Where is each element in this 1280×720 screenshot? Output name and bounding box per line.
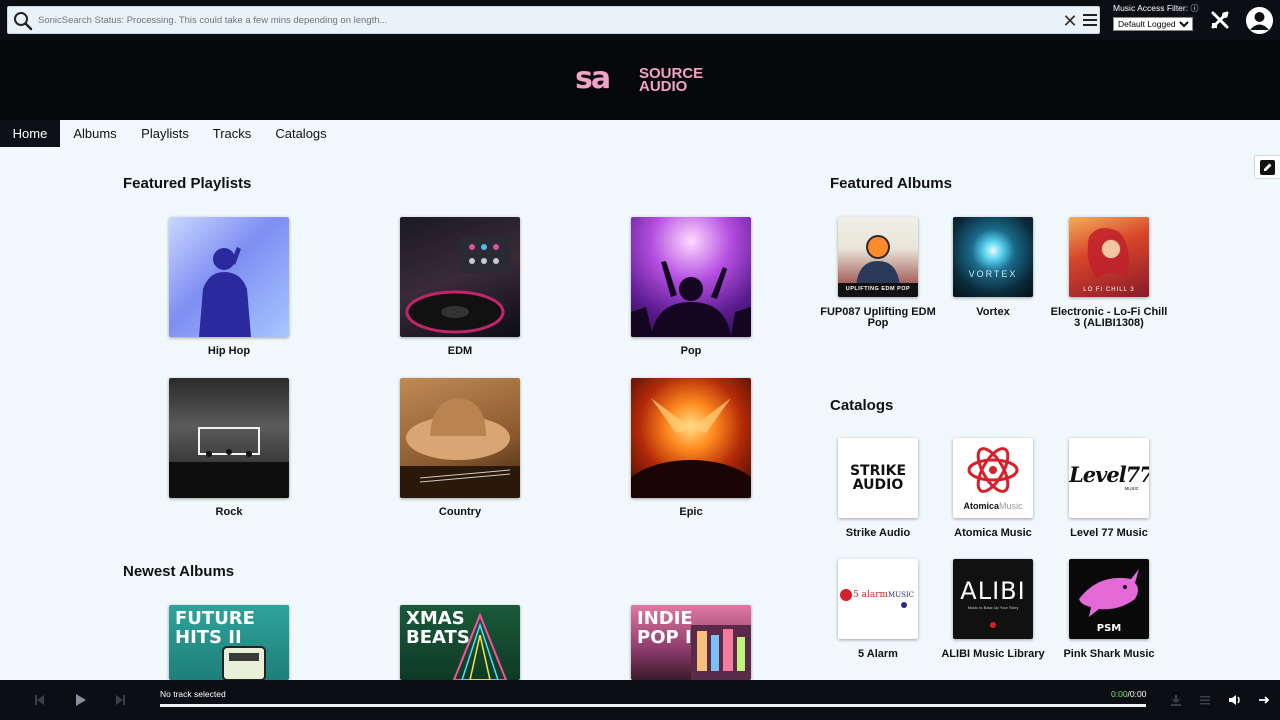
- filter-select[interactable]: Default Logged I: [1113, 17, 1193, 31]
- album-art: FUTURE HITS II: [169, 605, 289, 680]
- catalog-logo-strike-audio: STRIKE AUDIO: [838, 438, 918, 518]
- album-caption: Vortex: [976, 306, 1010, 318]
- album-art-text: INDIE POP II: [637, 608, 699, 648]
- catalog-logo-text: STRIKE AUDIO: [849, 463, 907, 493]
- album-caption: FUP087 Uplifting EDM Pop: [820, 306, 936, 329]
- clear-icon[interactable]: ✕: [1061, 11, 1079, 31]
- main-nav: Home Albums Playlists Tracks Catalogs: [0, 120, 1280, 147]
- album-art-text: LO FI CHILL 3: [1083, 287, 1135, 293]
- featured-playlists-title: Featured Playlists: [123, 175, 252, 192]
- catalog-logo-text: Level77: [1069, 462, 1149, 487]
- queue-icon[interactable]: [1197, 692, 1213, 708]
- filter-label: Music Access Filter: ⓘ: [1113, 3, 1199, 13]
- expand-icon[interactable]: [1256, 692, 1272, 708]
- playlist-caption: Pop: [680, 345, 702, 357]
- catalogs-title: Catalogs: [830, 397, 894, 414]
- album-caption: Electronic - Lo-Fi Chill 3 (ALIBI1308): [1050, 306, 1168, 329]
- album-art: XMAS BEATS: [400, 605, 520, 680]
- tools-icon[interactable]: [1210, 10, 1230, 30]
- album-art-vortex: VORTEX: [953, 217, 1033, 297]
- time-display: 0:00/0:00: [1111, 689, 1147, 699]
- source-audio-logo[interactable]: sa SOURCE AUDIO: [575, 64, 710, 98]
- logo-mark: sa: [575, 61, 611, 96]
- edit-button[interactable]: [1254, 155, 1280, 179]
- brand-header: sa SOURCE AUDIO: [0, 40, 1280, 120]
- tab-catalogs[interactable]: Catalogs: [268, 120, 334, 147]
- catalog-logo-sub: MUSIC: [1124, 486, 1140, 491]
- playlist-art-rock: [169, 378, 289, 498]
- catalog-logo-text: AtomicaMusic: [963, 501, 1023, 511]
- top-bar: ✕ Music Access Filter: ⓘ Default Logged …: [0, 0, 1280, 40]
- catalog-logo-pink-shark: PSM: [1069, 559, 1149, 639]
- tab-albums[interactable]: Albums: [66, 120, 124, 147]
- album-art-text: VORTEX: [968, 269, 1018, 279]
- catalog-caption: Level 77 Music: [1070, 527, 1148, 539]
- catalog-logo-atomica: AtomicaMusic: [953, 438, 1033, 518]
- catalog-caption: Atomica Music: [954, 527, 1032, 539]
- playlist-art-pop: [631, 217, 751, 337]
- catalog-logo-sub: Music to Back Up Your Story: [967, 605, 1019, 610]
- catalog-caption: Pink Shark Music: [1063, 648, 1155, 660]
- search-bar: ✕: [7, 6, 1100, 34]
- download-icon[interactable]: [1168, 692, 1184, 708]
- logo-word-2: AUDIO: [639, 78, 688, 95]
- playlist-art-epic: [631, 378, 751, 498]
- search-input[interactable]: [38, 10, 1058, 30]
- edit-icon: [1260, 160, 1275, 175]
- play-icon[interactable]: [72, 692, 88, 708]
- tab-home[interactable]: Home: [0, 120, 60, 147]
- catalog-logo-level77: Level77 MUSIC: [1069, 438, 1149, 518]
- catalog-caption: 5 Alarm: [858, 648, 898, 660]
- catalog-logo-text: ALIBI: [960, 577, 1026, 605]
- catalog-logo-text: PSM: [1096, 623, 1122, 634]
- audio-player: No track selected 0:00/0:00: [0, 680, 1280, 720]
- help-icon[interactable]: ⓘ: [1190, 4, 1198, 13]
- playlist-caption: Epic: [679, 506, 703, 518]
- album-art-lofi-chill: LO FI CHILL 3: [1069, 217, 1149, 297]
- album-art-text: FUTURE HITS II: [175, 608, 255, 648]
- playlist-art-hip-hop: [169, 217, 289, 337]
- catalog-caption: Strike Audio: [845, 527, 911, 539]
- playlist-caption: Hip Hop: [207, 345, 251, 357]
- volume-icon[interactable]: [1227, 692, 1243, 708]
- newest-albums-title: Newest Albums: [123, 563, 235, 580]
- playlist-art-country: [400, 378, 520, 498]
- tab-tracks[interactable]: Tracks: [206, 120, 258, 147]
- catalog-logo-alibi: ALIBI Music to Back Up Your Story: [953, 559, 1033, 639]
- playlist-caption: Country: [438, 506, 482, 518]
- featured-albums-title: Featured Albums: [830, 175, 952, 192]
- catalog-caption: ALIBI Music Library: [941, 648, 1045, 660]
- music-access-filter: Music Access Filter: ⓘ Default Logged I: [1113, 3, 1199, 33]
- album-art-text: UPLIFTING EDM POP: [845, 286, 911, 292]
- playlist-caption: EDM: [447, 345, 473, 357]
- playlist-caption: Rock: [215, 506, 243, 518]
- previous-icon[interactable]: [32, 692, 48, 708]
- menu-icon[interactable]: [1082, 12, 1098, 28]
- tab-playlists[interactable]: Playlists: [134, 120, 196, 147]
- album-art: INDIE POP II: [631, 605, 751, 680]
- search-icon[interactable]: [13, 11, 33, 31]
- album-art-fup087: UPLIFTING EDM POP: [838, 217, 918, 297]
- progress-bar[interactable]: [160, 704, 1146, 707]
- user-icon[interactable]: [1246, 7, 1273, 34]
- catalog-logo-5-alarm: 5 alarmMUSIC: [838, 559, 918, 639]
- now-playing-title: No track selected: [160, 689, 226, 699]
- catalog-logo-text: 5 alarmMUSIC: [853, 590, 915, 600]
- next-icon[interactable]: [112, 692, 128, 708]
- playlist-art-edm: [400, 217, 520, 337]
